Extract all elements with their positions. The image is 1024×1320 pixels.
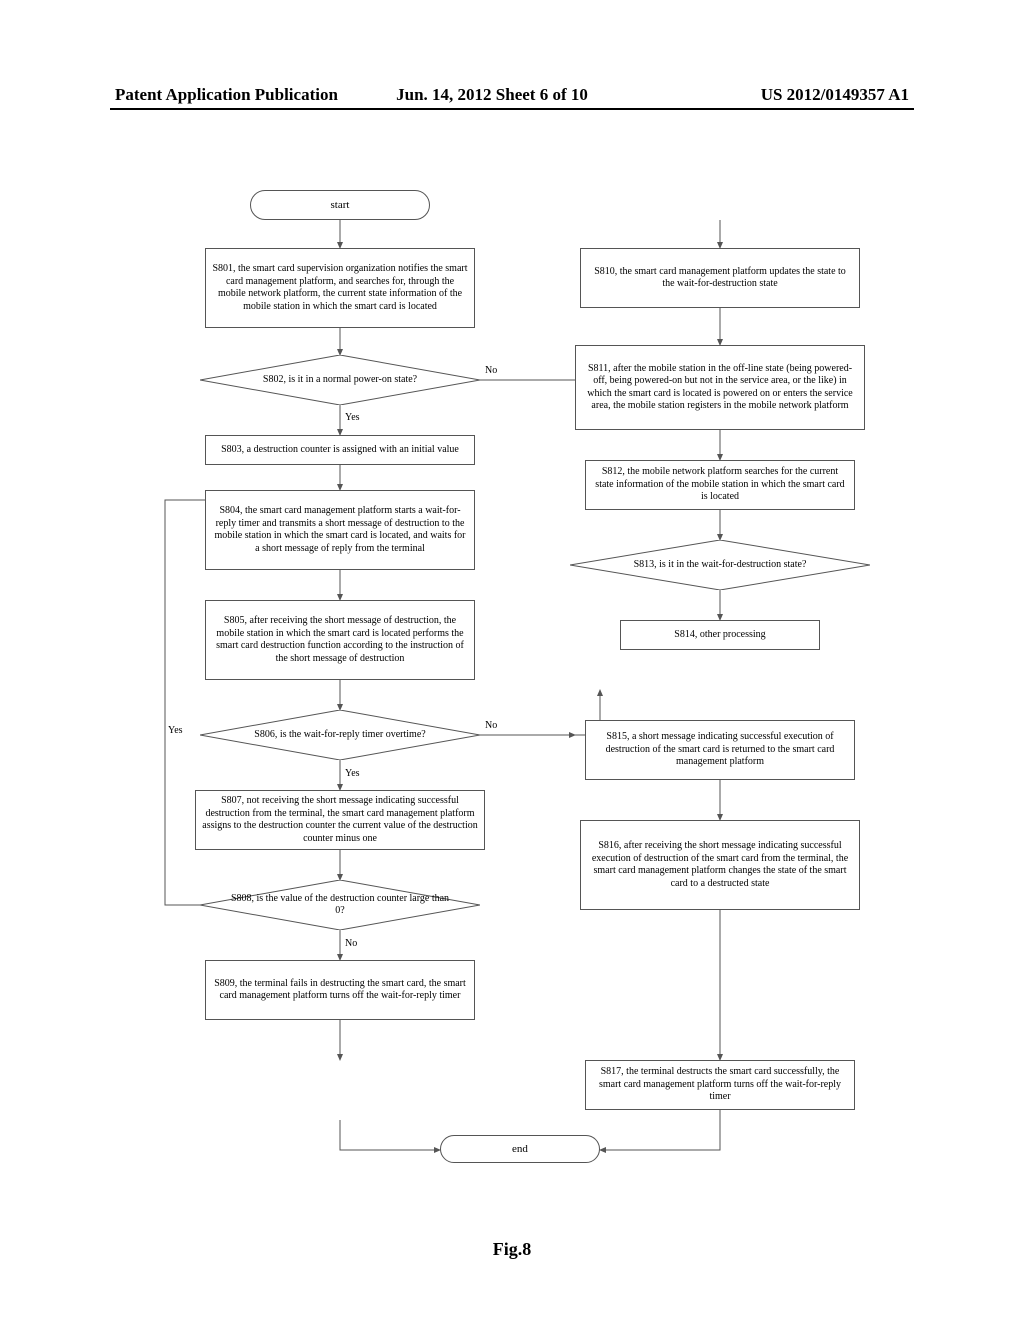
node-s803: S803, a destruction counter is assigned …	[205, 435, 475, 465]
node-s805-text: S805, after receiving the short message …	[212, 615, 468, 665]
node-s817: S817, the terminal destructs the smart c…	[585, 1060, 855, 1110]
node-s812-text: S812, the mobile network platform search…	[592, 466, 848, 504]
figure-label: Fig.8	[0, 1239, 1024, 1260]
node-s801-text: S801, the smart card supervision organiz…	[212, 263, 468, 313]
node-s809-text: S809, the terminal fails in destructing …	[212, 978, 468, 1003]
header-rule	[110, 108, 914, 110]
label-s802-no: No	[485, 365, 497, 376]
header-left: Patent Application Publication	[115, 85, 393, 105]
label-s806-yes-left: Yes	[168, 725, 183, 736]
node-s810: S810, the smart card management platform…	[580, 248, 860, 308]
node-start-label: start	[331, 199, 350, 211]
node-s808-text: S808, is the value of the destruction co…	[228, 893, 452, 917]
node-s811-text: S811, after the mobile station in the of…	[582, 363, 858, 413]
node-s803-text: S803, a destruction counter is assigned …	[221, 444, 459, 457]
node-s802: S802, is it in a normal power-on state?	[200, 355, 480, 405]
flowchart: start S801, the smart card supervision o…	[110, 190, 914, 1220]
label-s806-no: No	[485, 720, 497, 731]
header-right: US 2012/0149357 A1	[631, 85, 909, 105]
node-s809: S809, the terminal fails in destructing …	[205, 960, 475, 1020]
node-s815: S815, a short message indicating success…	[585, 720, 855, 780]
node-s808: S808, is the value of the destruction co…	[200, 880, 480, 930]
node-s804: S804, the smart card management platform…	[205, 490, 475, 570]
node-s812: S812, the mobile network platform search…	[585, 460, 855, 510]
node-s817-text: S817, the terminal destructs the smart c…	[592, 1066, 848, 1104]
node-end: end	[440, 1135, 600, 1163]
node-s814: S814, other processing	[620, 620, 820, 650]
node-s814-text: S814, other processing	[674, 629, 765, 642]
label-s806-yes: Yes	[345, 768, 360, 779]
node-end-label: end	[512, 1143, 528, 1155]
node-s802-text: S802, is it in a normal power-on state?	[228, 374, 452, 386]
node-s811: S811, after the mobile station in the of…	[575, 345, 865, 430]
node-s807-text: S807, not receiving the short message in…	[202, 795, 478, 845]
header-center: Jun. 14, 2012 Sheet 6 of 10	[353, 85, 631, 105]
page-header: Patent Application Publication Jun. 14, …	[0, 85, 1024, 105]
label-s802-yes: Yes	[345, 412, 360, 423]
node-s801: S801, the smart card supervision organiz…	[205, 248, 475, 328]
node-s807: S807, not receiving the short message in…	[195, 790, 485, 850]
node-s813: S813, is it in the wait-for-destruction …	[570, 540, 870, 590]
node-s816-text: S816, after receiving the short message …	[587, 840, 853, 890]
node-s810-text: S810, the smart card management platform…	[587, 266, 853, 291]
label-s808-no: No	[345, 938, 357, 949]
node-start: start	[250, 190, 430, 220]
node-s806-text: S806, is the wait-for-reply timer overti…	[228, 729, 452, 741]
node-s806: S806, is the wait-for-reply timer overti…	[200, 710, 480, 760]
node-s805: S805, after receiving the short message …	[205, 600, 475, 680]
node-s813-text: S813, is it in the wait-for-destruction …	[600, 559, 840, 571]
node-s815-text: S815, a short message indicating success…	[592, 731, 848, 769]
node-s804-text: S804, the smart card management platform…	[212, 505, 468, 555]
node-s816: S816, after receiving the short message …	[580, 820, 860, 910]
